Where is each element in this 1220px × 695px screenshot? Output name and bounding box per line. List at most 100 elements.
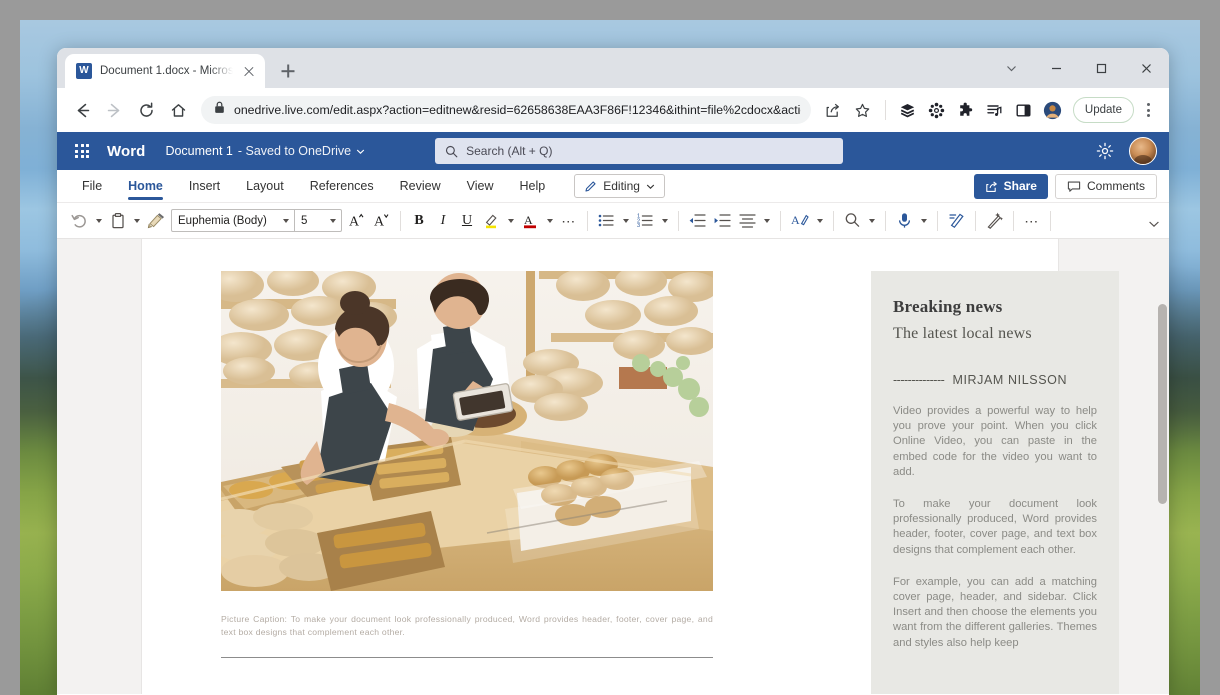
bakery-photo[interactable]	[221, 271, 713, 591]
find-search-icon[interactable]	[840, 208, 865, 234]
bakery-photo-illustration	[221, 271, 713, 591]
shrink-font-icon[interactable]: A	[369, 208, 394, 234]
font-color-chevron-icon[interactable]	[543, 208, 557, 234]
new-tab-button[interactable]	[274, 57, 302, 85]
share-page-icon[interactable]	[819, 96, 847, 124]
sidebar-paragraph: Video provides a powerful way to help yo…	[893, 404, 1097, 480]
undo-chevron-icon[interactable]	[92, 208, 106, 234]
svg-text:A: A	[374, 215, 385, 230]
editing-label: Editing	[603, 179, 640, 193]
tab-file[interactable]: File	[69, 170, 115, 203]
star-icon[interactable]	[849, 96, 877, 124]
comments-label: Comments	[1087, 179, 1145, 193]
sidebar-author: -------------- MIRJAM NILSSON	[893, 373, 1097, 387]
document-sidebar-textbox[interactable]: Breaking news The latest local news ----…	[871, 271, 1119, 694]
tab-insert[interactable]: Insert	[176, 170, 233, 203]
document-figure: Picture Caption: To make your document l…	[221, 271, 713, 658]
font-color-icon[interactable]: A	[518, 208, 543, 234]
tab-layout[interactable]: Layout	[233, 170, 297, 203]
settings-flower-icon[interactable]	[923, 96, 951, 124]
tab-home[interactable]: Home	[115, 170, 176, 203]
gear-icon[interactable]	[1091, 137, 1119, 165]
styles-chevron-icon[interactable]	[813, 208, 827, 234]
update-button[interactable]: Update	[1073, 97, 1134, 123]
playlist-music-icon[interactable]	[981, 96, 1009, 124]
tab-view[interactable]: View	[454, 170, 507, 203]
font-name-chevron-icon[interactable]	[278, 209, 294, 232]
puzzle-extension-icon[interactable]	[952, 96, 980, 124]
font-size-input[interactable]: 5	[295, 215, 325, 227]
save-status: - Saved to OneDrive	[238, 144, 351, 158]
document-name: Document 1	[165, 144, 232, 158]
side-panel-icon[interactable]	[1010, 96, 1038, 124]
reload-icon[interactable]	[131, 95, 161, 125]
avatar[interactable]	[1129, 137, 1157, 165]
close-icon[interactable]	[1124, 48, 1169, 88]
dictate-chevron-icon[interactable]	[917, 208, 931, 234]
back-arrow-icon[interactable]	[67, 95, 97, 125]
tab-search-chevron-icon[interactable]	[989, 48, 1034, 88]
home-icon[interactable]	[163, 95, 193, 125]
sidebar-subheading: The latest local news	[893, 325, 1097, 343]
numbered-list-icon[interactable]: 123	[633, 208, 658, 234]
document-canvas[interactable]: Picture Caption: To make your document l…	[57, 239, 1169, 694]
vertical-scrollbar[interactable]	[1156, 239, 1169, 694]
ribbon-tab-bar: File Home Insert Layout References Revie…	[57, 170, 1169, 203]
bulleted-list-icon[interactable]	[594, 208, 619, 234]
comments-button[interactable]: Comments	[1055, 174, 1157, 199]
format-painter-icon[interactable]	[144, 208, 169, 234]
paste-chevron-icon[interactable]	[130, 208, 144, 234]
grow-font-icon[interactable]: A	[344, 208, 369, 234]
layers-icon[interactable]	[894, 96, 922, 124]
font-name-input[interactable]: Euphemia (Body)	[172, 215, 278, 227]
svg-text:3: 3	[637, 223, 640, 229]
browser-tab-title: Document 1.docx - Microsoft Wo	[100, 65, 233, 77]
maximize-icon[interactable]	[1079, 48, 1124, 88]
forward-arrow-icon[interactable]	[99, 95, 129, 125]
tab-references[interactable]: References	[297, 170, 387, 203]
microphone-dictate-icon[interactable]	[892, 208, 917, 234]
scrollbar-thumb[interactable]	[1158, 304, 1167, 504]
browser-window: W Document 1.docx - Microsoft Wo	[57, 48, 1169, 695]
clipboard-paste-icon[interactable]	[106, 208, 130, 234]
more-options-icon[interactable]: ⋯	[1020, 208, 1044, 234]
text-highlight-icon[interactable]	[479, 208, 504, 234]
horizontal-rule	[221, 657, 713, 658]
browser-tab[interactable]: W Document 1.docx - Microsoft Wo	[65, 54, 265, 88]
increase-indent-icon[interactable]	[710, 208, 735, 234]
search-input[interactable]: Search (Alt + Q)	[435, 138, 843, 164]
bullets-chevron-icon[interactable]	[619, 208, 633, 234]
author-name: MIRJAM NILSSON	[952, 373, 1067, 387]
three-dot-menu-icon[interactable]	[1137, 96, 1159, 124]
align-paragraph-icon[interactable]	[735, 208, 760, 234]
close-icon[interactable]	[241, 63, 257, 79]
svg-text:A: A	[349, 215, 360, 230]
font-controls: Euphemia (Body) 5	[171, 209, 342, 232]
tab-review[interactable]: Review	[387, 170, 454, 203]
styles-icon[interactable]: A	[787, 208, 813, 234]
highlight-chevron-icon[interactable]	[504, 208, 518, 234]
decrease-indent-icon[interactable]	[685, 208, 710, 234]
more-font-options-icon[interactable]: ⋯	[557, 208, 581, 234]
numbering-chevron-icon[interactable]	[658, 208, 672, 234]
address-bar-url: onedrive.live.com/edit.aspx?action=editn…	[234, 103, 801, 117]
editor-icon[interactable]	[944, 208, 969, 234]
undo-icon[interactable]	[67, 208, 92, 234]
profile-avatar-icon[interactable]	[1039, 96, 1067, 124]
underline-button[interactable]: U	[455, 208, 479, 234]
align-chevron-icon[interactable]	[760, 208, 774, 234]
waffle-grid-icon[interactable]	[69, 132, 95, 170]
bold-button[interactable]: B	[407, 208, 431, 234]
italic-button[interactable]: I	[431, 208, 455, 234]
find-chevron-icon[interactable]	[865, 208, 879, 234]
share-icon	[985, 180, 998, 193]
document-title-button[interactable]: Document 1 - Saved to OneDrive	[165, 144, 365, 158]
tab-help[interactable]: Help	[507, 170, 559, 203]
address-bar[interactable]: onedrive.live.com/edit.aspx?action=editn…	[201, 96, 811, 124]
minimize-icon[interactable]	[1034, 48, 1079, 88]
designer-wand-icon[interactable]	[982, 208, 1007, 234]
font-size-chevron-icon[interactable]	[325, 209, 341, 232]
share-button[interactable]: Share	[974, 174, 1048, 199]
editing-mode-button[interactable]: Editing	[574, 174, 665, 198]
collapse-ribbon-chevron-icon[interactable]	[1147, 217, 1161, 236]
